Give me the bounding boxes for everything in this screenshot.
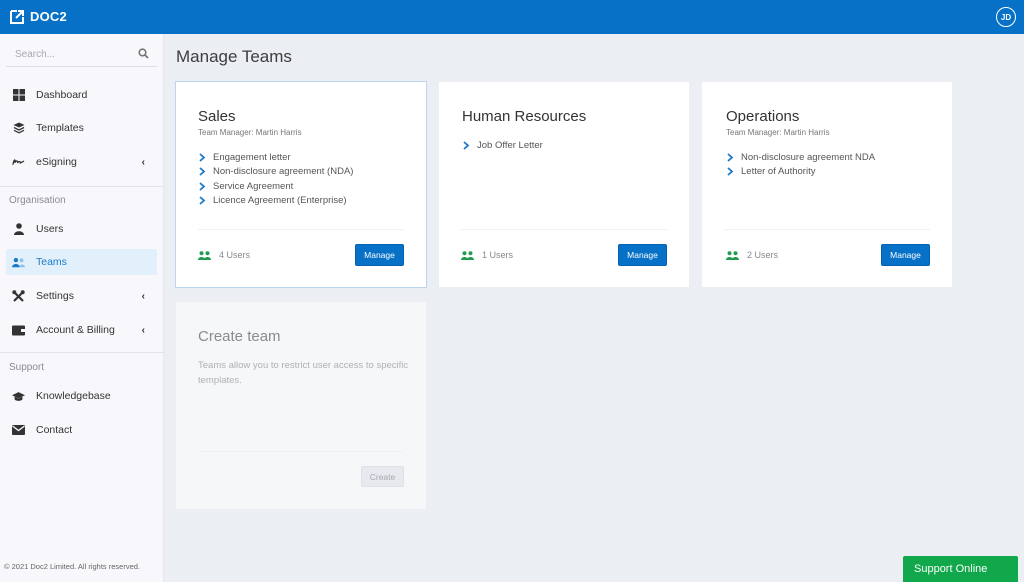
logo-icon <box>10 10 24 24</box>
sidebar-item-dashboard[interactable]: Dashboard <box>6 82 157 108</box>
sidebar-item-label: Contact <box>36 424 73 436</box>
tools-icon <box>12 289 25 303</box>
chevron-left-icon: ‹ <box>141 324 145 336</box>
sidebar-item-contact[interactable]: Contact <box>6 417 157 443</box>
list-item[interactable]: Job Offer Letter <box>462 138 543 153</box>
manage-button[interactable]: Manage <box>355 244 404 266</box>
user-count: 2 Users <box>726 250 778 260</box>
template-list: Job Offer Letter <box>462 138 543 153</box>
team-card-sales[interactable]: Sales Team Manager: Martin Harris Engage… <box>175 81 427 288</box>
sidebar-item-account-billing[interactable]: Account & Billing ‹ <box>6 317 157 343</box>
search-box <box>6 43 157 67</box>
list-item[interactable]: Non-disclosure agreement (NDA) <box>198 165 353 180</box>
team-card-human-resources[interactable]: Human Resources Job Offer Letter 1 Users… <box>438 81 690 288</box>
sidebar-item-label: Account & Billing <box>36 324 115 336</box>
users-icon <box>461 250 474 260</box>
support-online-button[interactable]: Support Online <box>903 556 1018 582</box>
team-manager: Team Manager: Martin Harris <box>726 128 830 137</box>
search-icon[interactable] <box>138 48 149 59</box>
copyright-text: © 2021 Doc2 Limited. All rights reserved… <box>4 562 141 571</box>
logo-text: DOC2 <box>30 9 67 24</box>
logo[interactable]: DOC2 <box>9 8 67 25</box>
list-item[interactable]: Licence Agreement (Enterprise) <box>198 194 353 209</box>
sidebar-item-label: Users <box>36 223 64 235</box>
card-divider <box>724 229 930 230</box>
graduation-cap-icon <box>12 390 25 403</box>
card-divider <box>198 451 404 452</box>
sidebar-item-settings[interactable]: Settings ‹ <box>6 283 157 309</box>
page-title: Manage Teams <box>176 47 292 66</box>
manage-button[interactable]: Manage <box>618 244 667 266</box>
team-manager: Team Manager: Martin Harris <box>198 128 302 137</box>
envelope-icon <box>12 424 25 437</box>
create-team-title: Create team <box>198 328 281 345</box>
chevron-right-icon <box>199 153 206 162</box>
create-team-card: Create team Teams allow you to restrict … <box>175 301 427 510</box>
sidebar-item-label: Teams <box>36 256 67 268</box>
chevron-right-icon <box>727 153 734 162</box>
users-icon <box>726 250 739 260</box>
sidebar-item-users[interactable]: Users <box>6 216 157 242</box>
dashboard-icon <box>12 89 25 102</box>
team-name: Human Resources <box>462 108 587 125</box>
chevron-right-icon <box>463 141 470 150</box>
sidebar-item-label: Templates <box>36 122 84 134</box>
template-list: Non-disclosure agreement NDA Letter of A… <box>726 150 875 179</box>
sidebar-item-label: Dashboard <box>36 89 88 101</box>
chevron-right-icon <box>727 167 734 176</box>
users-icon <box>198 250 211 260</box>
search-input[interactable] <box>6 43 126 65</box>
template-list: Engagement letter Non-disclosure agreeme… <box>198 150 353 208</box>
list-item[interactable]: Engagement letter <box>198 150 353 165</box>
user-count: 1 Users <box>461 250 513 260</box>
list-item[interactable]: Service Agreement <box>198 179 353 194</box>
chevron-right-icon <box>199 196 206 205</box>
sidebar-item-label: eSigning <box>36 156 77 168</box>
sidebar-item-label: Knowledgebase <box>36 390 111 402</box>
users-icon <box>12 256 25 269</box>
chevron-right-icon <box>199 182 206 191</box>
card-divider <box>461 229 667 230</box>
wallet-icon <box>12 324 25 337</box>
user-avatar[interactable]: JD <box>996 7 1016 27</box>
create-team-description: Teams allow you to restrict user access … <box>198 360 409 386</box>
sidebar-item-templates[interactable]: Templates <box>6 115 157 141</box>
chevron-right-icon <box>199 167 206 176</box>
team-name: Sales <box>198 108 236 125</box>
list-item[interactable]: Non-disclosure agreement NDA <box>726 150 875 165</box>
team-card-operations[interactable]: Operations Team Manager: Martin Harris N… <box>701 81 953 288</box>
section-label-organisation: Organisation <box>9 195 66 206</box>
sidebar-item-label: Settings <box>36 290 74 302</box>
user-icon <box>12 223 25 236</box>
user-count: 4 Users <box>198 250 250 260</box>
chevron-left-icon: ‹ <box>141 156 145 168</box>
card-divider <box>198 229 404 230</box>
create-button[interactable]: Create <box>361 466 404 487</box>
top-bar: DOC2 JD <box>0 0 1024 34</box>
signature-icon <box>12 156 25 169</box>
section-divider <box>0 352 164 353</box>
chevron-left-icon: ‹ <box>141 290 145 302</box>
section-divider <box>0 186 164 187</box>
team-name: Operations <box>726 108 800 125</box>
sidebar-item-esigning[interactable]: eSigning ‹ <box>6 149 157 175</box>
layers-icon <box>12 122 25 135</box>
list-item[interactable]: Letter of Authority <box>726 165 875 180</box>
sidebar-item-knowledgebase[interactable]: Knowledgebase <box>6 383 157 409</box>
section-label-support: Support <box>9 362 45 373</box>
manage-button[interactable]: Manage <box>881 244 930 266</box>
sidebar-item-teams[interactable]: Teams <box>6 249 157 275</box>
sidebar: Dashboard Templates eSigning ‹ Organisat… <box>0 34 164 582</box>
